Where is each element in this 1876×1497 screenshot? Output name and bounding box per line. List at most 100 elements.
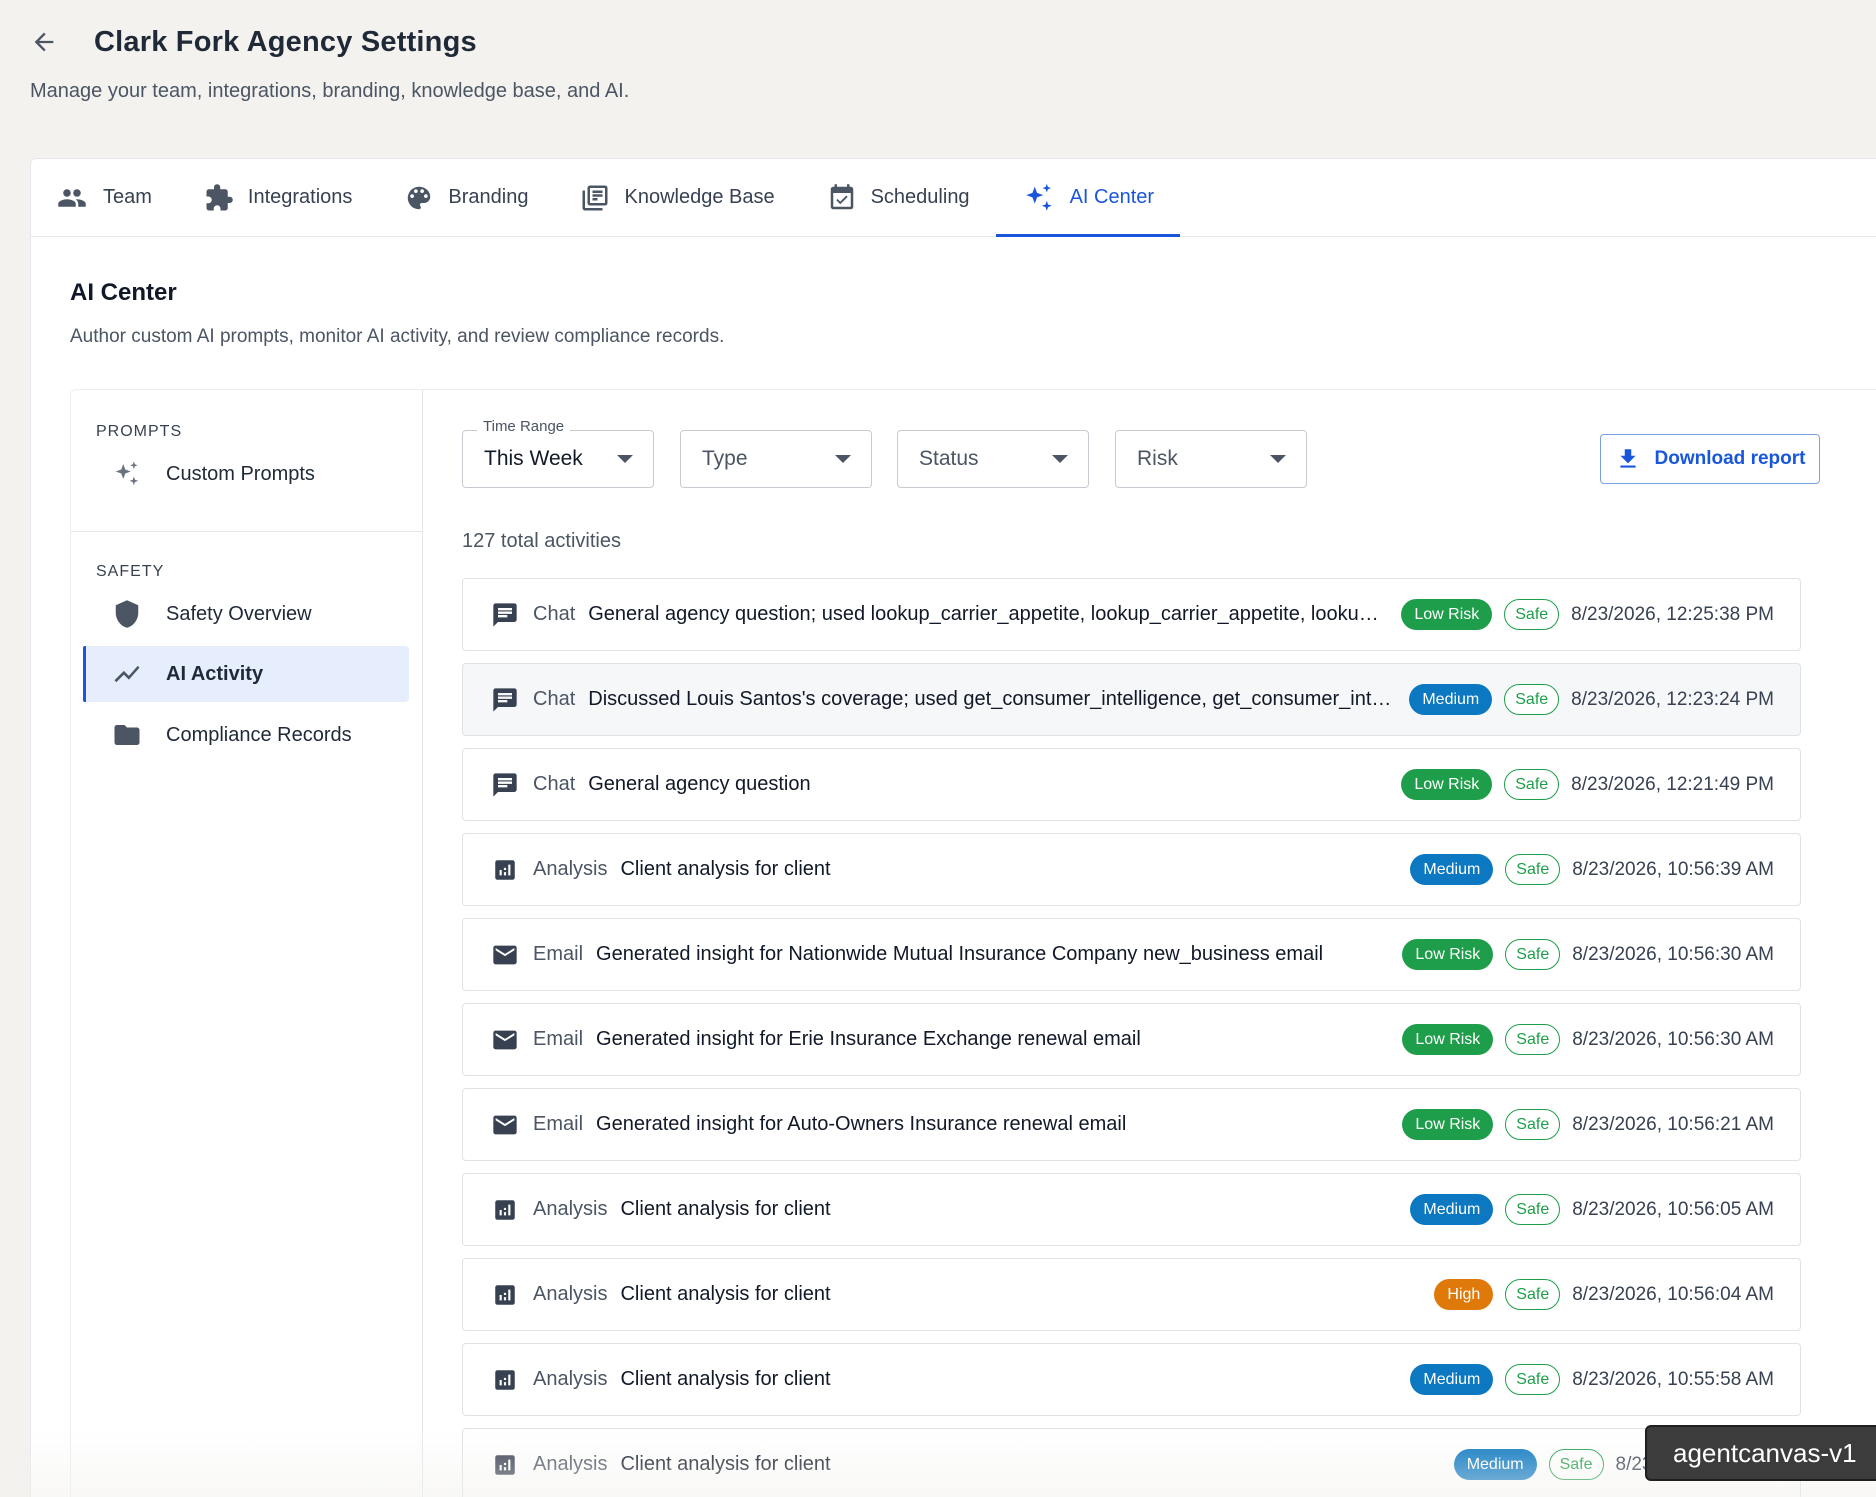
chevron-down-icon — [1270, 455, 1286, 463]
activity-timestamp: 8/23/2026, 12:21:49 PM — [1571, 773, 1774, 795]
activity-badges: Medium Safe — [1410, 854, 1561, 885]
sparkles-icon — [1022, 181, 1056, 215]
tab-label: Integrations — [247, 186, 353, 208]
activity-timestamp: 8/23/2026, 12:23:24 PM — [1571, 688, 1774, 710]
activity-type: Analysis — [533, 1368, 608, 1390]
activity-row[interactable]: Analysis Client analysis for client Medium… — [462, 833, 1801, 906]
sidebar-item-ai-activity[interactable]: AI Activity — [83, 646, 409, 702]
type-select[interactable]: Type — [680, 430, 872, 488]
activity-description: Generated insight for Erie Insurance Exc… — [596, 1028, 1141, 1050]
activity-type: Chat — [533, 688, 576, 710]
nav-divider — [71, 531, 422, 532]
status-badge: Safe — [1505, 854, 1561, 885]
people-icon — [55, 183, 89, 213]
activity-row[interactable]: Chat Discussed Louis Santos's coverage; u… — [462, 663, 1801, 736]
activity-badges: Medium Safe — [1409, 684, 1560, 715]
agentcanvas-watermark: agentcanvas-v1 — [1645, 1425, 1876, 1481]
tab-integrations[interactable]: Integrations — [204, 159, 379, 236]
activity-timestamp: 8/23/2026, 10:55:58 AM — [1572, 1368, 1774, 1390]
activity-type: Analysis — [533, 858, 608, 880]
settings-tabs: Team Integrations Branding Knowledge Bas… — [31, 159, 1876, 237]
page-header: Clark Fork Agency Settings Manage your t… — [30, 22, 629, 103]
back-button[interactable] — [30, 22, 82, 62]
download-icon — [1615, 446, 1641, 472]
sidebar-item-safety-overview[interactable]: Safety Overview — [83, 586, 409, 642]
tab-label: Scheduling — [870, 186, 970, 208]
activity-badges: High Safe — [1434, 1279, 1561, 1310]
tab-scheduling[interactable]: Scheduling — [827, 159, 996, 236]
activity-type: Chat — [533, 603, 576, 625]
activity-row[interactable]: Analysis Client analysis for client Medium… — [462, 1428, 1801, 1497]
activity-badges: Low Risk Safe — [1401, 769, 1560, 800]
activity-badges: Medium Safe — [1410, 1364, 1561, 1395]
chat-icon — [491, 686, 519, 714]
activity-badges: Medium Safe — [1410, 1194, 1561, 1225]
activity-description: Client analysis for client — [620, 1198, 831, 1220]
activity-row[interactable]: Analysis Client analysis for client Medium… — [462, 1343, 1801, 1416]
tab-label: Knowledge Base — [624, 186, 775, 208]
time-range-select[interactable]: Time Range This Week — [462, 418, 654, 488]
arrow-left-icon — [34, 32, 54, 52]
palette-icon — [404, 183, 434, 213]
sidebar-item-compliance-records[interactable]: Compliance Records — [83, 707, 409, 763]
status-placeholder: Status — [919, 447, 979, 470]
type-placeholder: Type — [702, 447, 748, 470]
time-range-value: This Week — [484, 447, 583, 470]
activity-description: General agency question — [588, 773, 811, 795]
download-report-label: Download report — [1654, 448, 1806, 469]
tab-ai-center[interactable]: AI Center — [995, 159, 1181, 237]
analytics-icon — [491, 856, 519, 884]
risk-badge: Medium — [1409, 684, 1493, 715]
chevron-down-icon — [617, 455, 633, 463]
tab-team[interactable]: Team — [55, 159, 178, 236]
settings-card: Team Integrations Branding Knowledge Bas… — [30, 158, 1876, 1497]
status-badge: Safe — [1504, 769, 1560, 800]
time-range-label: Time Range — [477, 418, 571, 435]
activity-row[interactable]: Email Generated insight for Erie Insuranc… — [462, 1003, 1801, 1076]
risk-badge: Medium — [1453, 1449, 1537, 1480]
status-select[interactable]: Status — [897, 430, 1089, 488]
chat-icon — [491, 601, 519, 629]
activity-row[interactable]: Email Generated insight for Auto-Owners I… — [462, 1088, 1801, 1161]
risk-placeholder: Risk — [1137, 447, 1178, 470]
sidebar-item-custom-prompts[interactable]: Custom Prompts — [83, 446, 409, 502]
activity-row[interactable]: Chat General agency question Low Risk Safe 8… — [462, 748, 1801, 821]
sidebar-item-label: Custom Prompts — [166, 462, 315, 485]
analytics-icon — [491, 1451, 519, 1479]
analytics-icon — [491, 1366, 519, 1394]
chevron-down-icon — [835, 455, 851, 463]
activity-row[interactable]: Email Generated insight for Nationwide Mu… — [462, 918, 1801, 991]
tab-branding[interactable]: Branding — [404, 159, 554, 236]
status-badge: Safe — [1505, 1109, 1561, 1140]
tab-knowledge-base[interactable]: Knowledge Base — [580, 159, 800, 236]
risk-badge: Low Risk — [1401, 769, 1493, 800]
activity-type: Analysis — [533, 1198, 608, 1220]
activity-description: Client analysis for client — [620, 1283, 831, 1305]
activity-row[interactable]: Chat General agency question; used lookup… — [462, 578, 1801, 651]
activity-badges: Low Risk Safe — [1401, 599, 1560, 630]
sparkles-icon — [112, 459, 142, 489]
activity-badges: Medium Safe — [1453, 1449, 1604, 1480]
ai-center-panel: PROMPTS Custom Prompts SAFETY Safety Ove… — [70, 389, 1876, 1497]
activity-description: Client analysis for client — [620, 858, 831, 880]
status-badge: Safe — [1505, 1024, 1561, 1055]
status-badge: Safe — [1505, 1194, 1561, 1225]
risk-select[interactable]: Risk — [1115, 430, 1307, 488]
activity-row[interactable]: Analysis Client analysis for client High Sa… — [462, 1258, 1801, 1331]
activity-type: Email — [533, 1113, 584, 1135]
status-badge: Safe — [1504, 684, 1560, 715]
activity-row[interactable]: Analysis Client analysis for client Medium… — [462, 1173, 1801, 1246]
activity-type: Email — [533, 1028, 584, 1050]
folder-icon — [112, 720, 142, 750]
mail-icon — [491, 1026, 519, 1054]
tab-label: AI Center — [1069, 186, 1155, 208]
download-report-button[interactable]: Download report — [1600, 434, 1820, 484]
activity-description: Client analysis for client — [620, 1453, 831, 1475]
calendar-check-icon — [827, 183, 857, 213]
activity-type: Analysis — [533, 1283, 608, 1305]
activity-badges: Low Risk Safe — [1402, 1109, 1561, 1140]
sidebar-item-label: Safety Overview — [166, 602, 312, 625]
chevron-down-icon — [1052, 455, 1068, 463]
analytics-icon — [491, 1281, 519, 1309]
activity-description: General agency question; used lookup_car… — [588, 603, 1387, 625]
